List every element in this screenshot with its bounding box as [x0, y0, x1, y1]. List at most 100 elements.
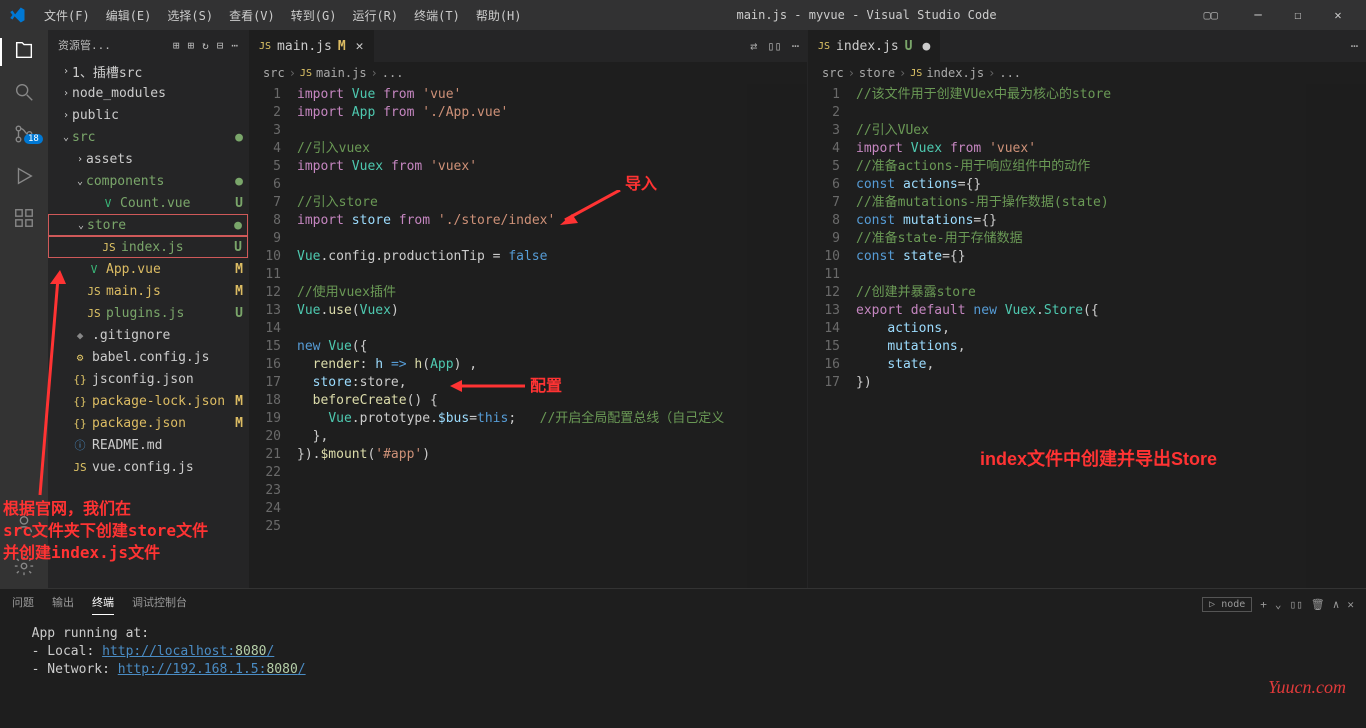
split-icon[interactable]: ▯▯ [767, 39, 781, 53]
tree-item[interactable]: VApp.vueM [48, 258, 248, 280]
panel-tab[interactable]: 终端 [92, 594, 114, 615]
account-icon[interactable] [12, 512, 36, 536]
tab-close-icon[interactable]: ● [923, 39, 931, 54]
code-area[interactable]: 1234567891011121314151617181920212223242… [249, 84, 807, 588]
network-link[interactable]: http://192.168.1.5:8080/ [118, 662, 306, 677]
new-file-icon[interactable]: ⊞ [173, 39, 180, 52]
tree-item[interactable]: JSindex.jsU [48, 236, 248, 258]
panel-up-icon[interactable]: ∧ [1333, 598, 1340, 611]
more-icon[interactable]: ⋯ [1351, 39, 1358, 53]
panel-close-icon[interactable]: ✕ [1347, 598, 1354, 611]
explorer-icon[interactable] [12, 38, 36, 62]
tree-label: store [87, 218, 229, 233]
panel-tab[interactable]: 问题 [12, 594, 34, 614]
tree-label: src [72, 130, 230, 145]
tree-item[interactable]: ⌄components● [48, 170, 248, 192]
tree-item[interactable]: ◆.gitignore [48, 324, 248, 346]
window-title: main.js - myvue - Visual Studio Code [530, 8, 1204, 22]
tree-label: components [86, 174, 230, 189]
sidebar: 资源管... ⊞ ⊞ ↻ ⊟ ⋯ ›1、插槽src›node_modules›p… [48, 30, 248, 588]
menu-item[interactable]: 帮助(H) [468, 7, 530, 24]
kill-terminal-icon[interactable]: 🗑 [1311, 598, 1325, 611]
tree-item[interactable]: JS vue.config.js [48, 456, 248, 478]
tree-item[interactable]: ›1、插槽src [48, 60, 248, 82]
debug-icon[interactable] [12, 164, 36, 188]
tree-item[interactable]: {}package.jsonM [48, 412, 248, 434]
editor-group: JSmain.js M✕ ⇄ ▯▯ ⋯ src›JS main.js›...123456… [248, 30, 1366, 588]
panel-tab[interactable]: 调试控制台 [132, 594, 187, 614]
tab-close-icon[interactable]: ✕ [356, 39, 364, 54]
tree-item[interactable]: ⓘREADME.md [48, 434, 248, 456]
tree-item[interactable]: ⌄src● [48, 126, 248, 148]
code-area[interactable]: 1234567891011121314151617//该文件用于创建VUex中最… [808, 84, 1366, 588]
minimap[interactable] [747, 84, 807, 588]
menu-item[interactable]: 选择(S) [159, 7, 221, 24]
git-status: M [230, 394, 248, 409]
tree-item[interactable]: ›public [48, 104, 248, 126]
editor-right: JSindex.js U●⋯src›store›JS index.js›...1… [807, 30, 1366, 588]
tree-item[interactable]: ›assets [48, 148, 248, 170]
tree-item[interactable]: VCount.vueU [48, 192, 248, 214]
minimap[interactable] [1306, 84, 1366, 588]
editor-tab[interactable]: JSindex.js U● [808, 30, 940, 62]
new-terminal-icon[interactable]: + [1260, 598, 1267, 611]
menu-item[interactable]: 文件(F) [36, 7, 98, 24]
local-link[interactable]: http://localhost:8080/ [102, 644, 274, 659]
collapse-icon[interactable]: ⊟ [217, 39, 224, 52]
git-status: M [230, 284, 248, 299]
tree-item[interactable]: JSplugins.jsU [48, 302, 248, 324]
search-icon[interactable] [12, 80, 36, 104]
refresh-icon[interactable]: ↻ [202, 39, 209, 52]
tree-label: public [72, 108, 248, 123]
file-icon: JS [86, 307, 102, 320]
gutter: 1234567891011121314151617 [808, 84, 856, 588]
tree-label: plugins.js [106, 306, 230, 321]
tree-item[interactable]: ⚙babel.config.js [48, 346, 248, 368]
tree-label: 1、插槽src [72, 62, 248, 81]
file-icon: JS [86, 285, 102, 298]
file-icon: JS [72, 461, 88, 474]
terminal-dropdown-icon[interactable]: ⌄ [1275, 598, 1282, 611]
split-terminal-icon[interactable]: ▯▯ [1290, 598, 1303, 611]
close-button[interactable]: ✕ [1318, 8, 1358, 22]
tree-label: package.json [92, 416, 230, 431]
layout-icon[interactable]: ▢▢ [1204, 8, 1218, 22]
terminal-selector[interactable]: ▷ node [1202, 597, 1252, 612]
scm-badge: 18 [24, 134, 43, 144]
tree-label: vue.config.js [92, 460, 248, 475]
menu-item[interactable]: 运行(R) [344, 7, 406, 24]
breadcrumb[interactable]: src›store›JS index.js›... [808, 62, 1366, 84]
more-icon[interactable]: ⋯ [231, 39, 238, 52]
tree-label: README.md [92, 438, 248, 453]
extensions-icon[interactable] [12, 206, 36, 230]
tree-item[interactable]: ⌄store● [48, 214, 248, 236]
git-status: U [229, 240, 247, 255]
editor-tab[interactable]: JSmain.js M✕ [249, 30, 374, 62]
sidebar-title: 资源管... [58, 37, 111, 53]
compare-icon[interactable]: ⇄ [750, 39, 757, 53]
panel-tab[interactable]: 输出 [52, 594, 74, 614]
settings-icon[interactable] [12, 554, 36, 578]
menu-item[interactable]: 编辑(E) [98, 7, 160, 24]
vscode-icon [8, 6, 26, 24]
menu-item[interactable]: 终端(T) [406, 7, 468, 24]
file-icon: ⚙ [72, 351, 88, 364]
tree-item[interactable]: JS main.jsM [48, 280, 248, 302]
sidebar-header: 资源管... ⊞ ⊞ ↻ ⊟ ⋯ [48, 30, 248, 60]
breadcrumb[interactable]: src›JS main.js›... [249, 62, 807, 84]
tree-item[interactable]: {}package-lock.jsonM [48, 390, 248, 412]
minimize-button[interactable]: ─ [1238, 8, 1278, 22]
terminal-body[interactable]: App running at: - Local: http://localhos… [0, 619, 1366, 728]
tab-modified: U [905, 39, 913, 54]
menu-item[interactable]: 转到(G) [283, 7, 345, 24]
tree-label: main.js [106, 284, 230, 299]
tree-label: jsconfig.json [92, 372, 248, 387]
more-icon[interactable]: ⋯ [792, 39, 799, 53]
maximize-button[interactable]: ☐ [1278, 8, 1318, 22]
menu-item[interactable]: 查看(V) [221, 7, 283, 24]
tree-item[interactable]: {}jsconfig.json [48, 368, 248, 390]
scm-icon[interactable]: 18 [12, 122, 36, 146]
tree-item[interactable]: ›node_modules [48, 82, 248, 104]
new-folder-icon[interactable]: ⊞ [188, 39, 195, 52]
tab-bar: JSmain.js M✕ ⇄ ▯▯ ⋯ [249, 30, 807, 62]
